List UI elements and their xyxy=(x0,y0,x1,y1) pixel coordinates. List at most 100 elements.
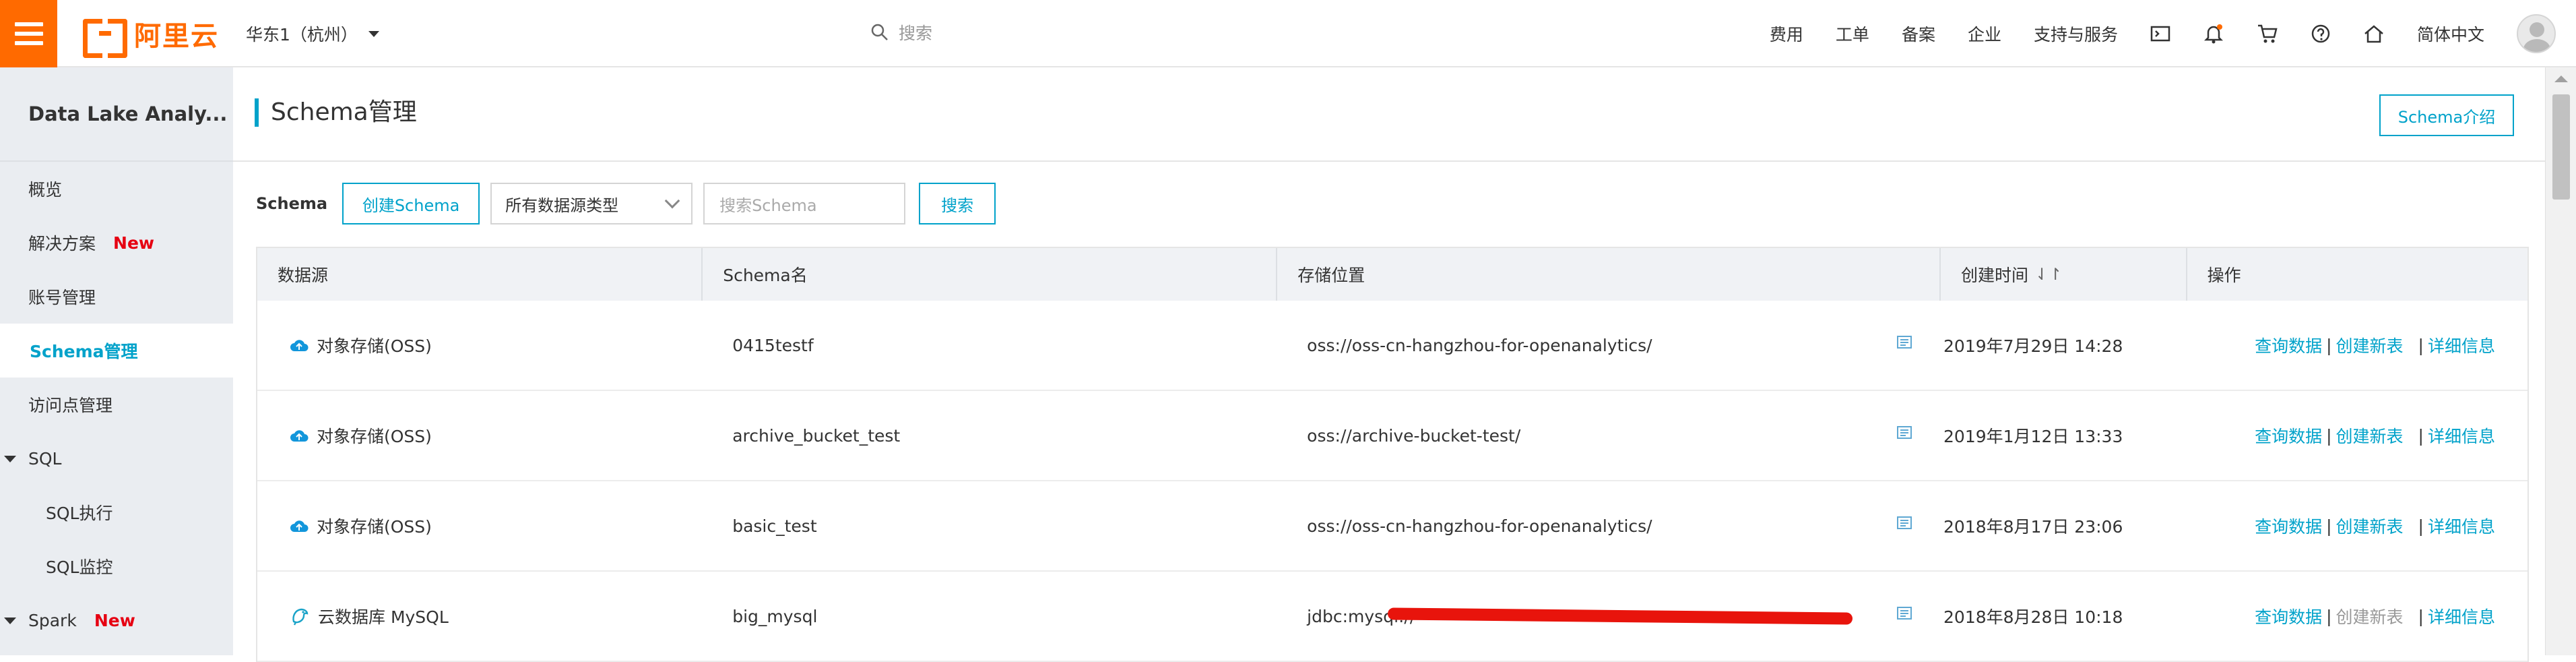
sidebar-group-spark[interactable]: Spark New xyxy=(0,593,233,647)
schema-intro-button[interactable]: Schema介绍 xyxy=(2379,94,2514,136)
nav-support[interactable]: 支持与服务 xyxy=(2018,22,2134,46)
separator: | xyxy=(2418,335,2424,355)
separator: | xyxy=(2326,516,2332,536)
sidebar-item-label: SQL监控 xyxy=(46,558,113,577)
cell-source: 对象存储(OSS) xyxy=(257,481,703,570)
global-search[interactable]: 搜索 xyxy=(870,20,932,44)
nav-billing[interactable]: 费用 xyxy=(1753,22,1820,46)
aliyun-logo-mark-icon xyxy=(83,19,127,58)
create-schema-button[interactable]: 创建Schema xyxy=(342,183,480,224)
sidebar-item-endpoints[interactable]: 访问点管理 xyxy=(0,378,233,431)
nav-tickets[interactable]: 工单 xyxy=(1820,22,1886,46)
location-text: jdbc:mysql:// xyxy=(1307,607,1853,626)
cell-actions: 查询数据 | 创建新表 | 详细信息 xyxy=(2187,301,2527,390)
separator: | xyxy=(2326,425,2332,446)
source-label: 对象存储(OSS) xyxy=(317,427,432,446)
home-icon[interactable] xyxy=(2347,24,2401,44)
query-data-link[interactable]: 查询数据 xyxy=(2255,514,2322,538)
cell-source: 对象存储(OSS) xyxy=(257,301,703,390)
page-title: Schema管理 xyxy=(255,98,417,127)
scrollbar-thumb[interactable] xyxy=(2552,94,2570,200)
cell-source: 云数据库 MySQL xyxy=(257,572,703,661)
sort-icon[interactable]: ⇃↾ xyxy=(2035,265,2062,284)
source-label: 云数据库 MySQL xyxy=(318,607,449,627)
copy-icon[interactable] xyxy=(1896,335,1914,355)
sidebar-item-solutions[interactable]: 解决方案 New xyxy=(0,216,233,270)
sidebar-item-overview[interactable]: 概览 xyxy=(0,162,233,216)
cell-location: oss://archive-bucket-test/ xyxy=(1277,391,1941,480)
column-header-actions: 操作 xyxy=(2207,266,2241,285)
cell-schema: 0415testf xyxy=(732,335,814,355)
oss-cloud-icon xyxy=(290,518,309,533)
create-table-link-disabled: 创建新表 xyxy=(2336,607,2404,627)
mysql-dolphin-icon xyxy=(290,607,310,626)
source-label: 对象存储(OSS) xyxy=(317,336,432,356)
column-header-label: 创建时间 xyxy=(1961,266,2029,285)
toolbar-label: Schema xyxy=(256,194,328,213)
sidebar-group-sql[interactable]: SQL xyxy=(0,431,233,485)
nav-icp[interactable]: 备案 xyxy=(1886,22,1952,46)
cell-location: oss://oss-cn-hangzhou-for-openanalytics/ xyxy=(1277,301,1941,390)
query-data-link[interactable]: 查询数据 xyxy=(2255,423,2322,448)
separator: | xyxy=(2326,606,2332,626)
help-icon[interactable] xyxy=(2294,24,2347,44)
sidebar-item-sql-monitor[interactable]: SQL监控 xyxy=(0,539,233,593)
copy-icon[interactable] xyxy=(1896,516,1914,536)
sidebar-item-sql-exec[interactable]: SQL执行 xyxy=(0,485,233,539)
column-header-created[interactable]: 创建时间 ⇃↾ xyxy=(1941,248,2187,301)
cart-icon[interactable] xyxy=(2241,24,2294,44)
details-link[interactable]: 详细信息 xyxy=(2428,333,2495,357)
separator: | xyxy=(2418,606,2424,626)
cell-actions: 查询数据 | 创建新表 | 详细信息 xyxy=(2187,481,2527,570)
nav-enterprise[interactable]: 企业 xyxy=(1952,22,2018,46)
cell-created: 2018年8月28日 10:18 xyxy=(1943,607,2123,627)
menu-icon[interactable] xyxy=(0,0,57,67)
cell-location: jdbc:mysql:// xyxy=(1277,572,1941,661)
caret-down-icon xyxy=(368,30,379,37)
copy-icon[interactable] xyxy=(1896,606,1914,626)
details-link[interactable]: 详细信息 xyxy=(2428,604,2495,628)
create-table-link[interactable]: 创建新表 xyxy=(2336,514,2404,538)
chevron-down-icon xyxy=(664,193,680,209)
separator: | xyxy=(2418,425,2424,446)
search-button[interactable]: 搜索 xyxy=(919,183,996,224)
top-nav: 费用 工单 备案 企业 支持与服务 简体中文 xyxy=(1753,0,2576,67)
logo-text: 阿里云 xyxy=(134,21,219,52)
table-row: 对象存储(OSS) basic_test oss://oss-cn-hangzh… xyxy=(257,481,2527,572)
region-selector[interactable]: 华东1（杭州） xyxy=(246,22,379,46)
schema-search-input[interactable]: 搜索Schema xyxy=(703,183,906,224)
vertical-scrollbar[interactable] xyxy=(2545,67,2576,655)
sidebar-item-schema[interactable]: Schema管理 xyxy=(0,324,233,378)
column-header-source: 数据源 xyxy=(257,248,703,301)
cell-actions: 查询数据 | 创建新表 | 详细信息 xyxy=(2187,572,2527,661)
terminal-icon[interactable] xyxy=(2134,25,2187,42)
location-text: oss://oss-cn-hangzhou-for-openanalytics/ xyxy=(1307,516,1652,536)
details-link[interactable]: 详细信息 xyxy=(2428,514,2495,538)
bell-icon[interactable] xyxy=(2187,23,2241,44)
sidebar-item-accounts[interactable]: 账号管理 xyxy=(0,270,233,324)
oss-cloud-icon xyxy=(290,428,309,443)
create-table-link[interactable]: 创建新表 xyxy=(2336,423,2404,448)
create-table-link[interactable]: 创建新表 xyxy=(2336,333,2404,357)
sidebar-item-label: 解决方案 xyxy=(28,234,96,253)
sidebar-item-label: 概览 xyxy=(28,180,63,200)
page-header: Schema管理 Schema介绍 xyxy=(233,67,2545,162)
datasource-type-select[interactable]: 所有数据源类型 xyxy=(490,183,693,224)
product-title[interactable]: Data Lake Analy... xyxy=(0,67,233,162)
column-header-location: 存储位置 xyxy=(1277,248,1941,301)
avatar[interactable] xyxy=(2517,14,2556,53)
details-link[interactable]: 详细信息 xyxy=(2428,423,2495,448)
query-data-link[interactable]: 查询数据 xyxy=(2255,333,2322,357)
aliyun-logo[interactable]: 阿里云 xyxy=(83,16,219,58)
cell-source: 对象存储(OSS) xyxy=(257,391,703,480)
scroll-up-arrow-icon[interactable] xyxy=(2554,76,2568,82)
language-switch[interactable]: 简体中文 xyxy=(2401,22,2501,46)
copy-icon[interactable] xyxy=(1896,425,1914,446)
sidebar-item-label: Spark xyxy=(28,610,77,630)
top-bar: 阿里云 华东1（杭州） 搜索 费用 工单 备案 企业 支持与服务 简体中文 xyxy=(0,0,2576,67)
query-data-link[interactable]: 查询数据 xyxy=(2255,604,2322,628)
sidebar-item-label: Schema管理 xyxy=(30,342,138,361)
cell-location: oss://oss-cn-hangzhou-for-openanalytics/ xyxy=(1277,481,1941,570)
sidebar-item-label: 访问点管理 xyxy=(28,396,113,415)
schema-table: 数据源 Schema名 存储位置 创建时间 ⇃↾ 操作 对象存储(OSS) 04… xyxy=(256,247,2529,662)
